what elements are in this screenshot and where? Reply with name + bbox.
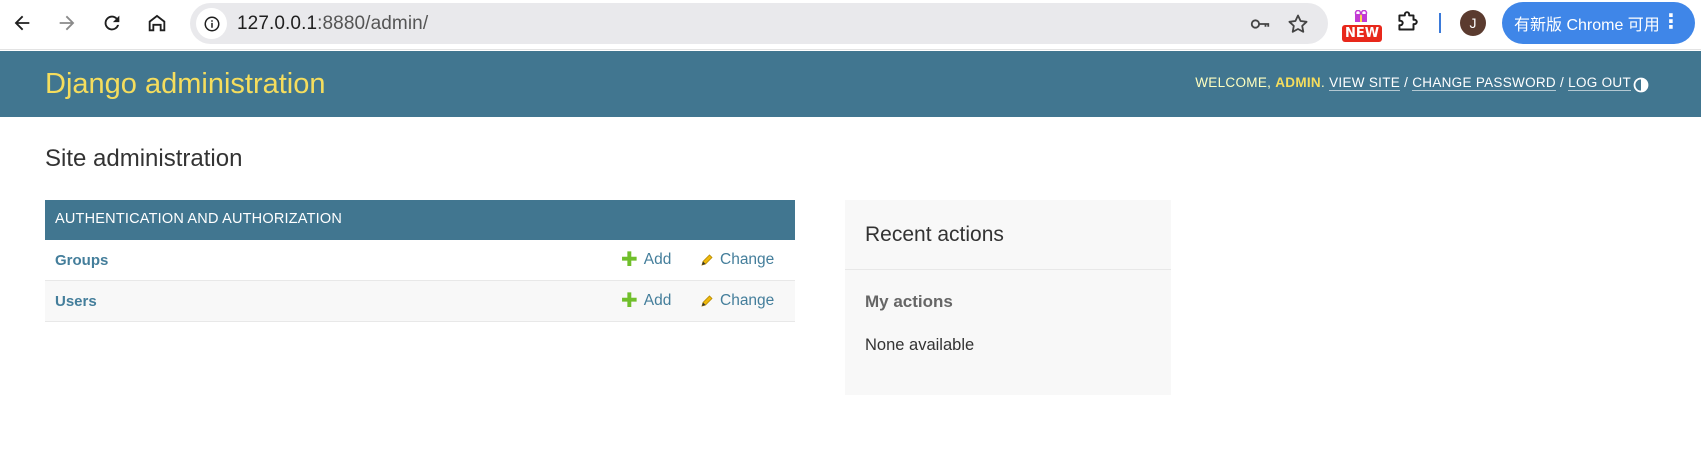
period: . (1320, 75, 1330, 90)
app-module-auth: AUTHENTICATION AND AUTHORIZATION Groups … (45, 200, 795, 322)
plus-icon: ✚ (621, 290, 638, 312)
app-caption[interactable]: AUTHENTICATION AND AUTHORIZATION (45, 200, 795, 240)
divider (845, 269, 1171, 270)
empty-state-text: None available (865, 336, 975, 354)
arrow-right-icon (59, 15, 75, 31)
info-icon (204, 16, 219, 31)
forward-button[interactable] (52, 8, 82, 38)
my-actions-heading: My actions (865, 292, 953, 311)
add-label: Add (643, 251, 672, 268)
chrome-update-button[interactable]: 有新版 Chrome 可用 ⋮ (1502, 2, 1695, 44)
toolbar-divider (1439, 13, 1441, 33)
puzzle-icon[interactable] (1394, 10, 1420, 36)
add-groups-button[interactable]: ✚ Add (621, 249, 672, 271)
key-icon[interactable] (1248, 13, 1272, 35)
pencil-icon (700, 253, 714, 267)
extension-new-button[interactable]: NEW (1341, 10, 1383, 42)
update-label: 有新版 Chrome 可用 (1514, 17, 1660, 34)
table-row: Users ✚ Add Change (45, 281, 795, 322)
page-title: Site administration (45, 145, 243, 172)
log-out-link[interactable]: LOG OUT (1568, 75, 1631, 91)
site-brand[interactable]: Django administration (45, 68, 325, 101)
separator: / (1400, 75, 1413, 90)
recent-actions-title: Recent actions (865, 223, 1004, 246)
user-tools: WELCOME, ADMIN. VIEW SITE / CHANGE PASSW… (1195, 75, 1631, 91)
reload-icon (104, 15, 120, 31)
model-link-groups[interactable]: Groups (55, 252, 108, 269)
welcome-text: WELCOME, (1195, 75, 1276, 90)
change-users-button[interactable]: Change (700, 292, 774, 310)
add-users-button[interactable]: ✚ Add (621, 290, 672, 312)
gift-icon (1354, 10, 1368, 22)
add-label: Add (643, 292, 672, 309)
separator: / (1555, 75, 1569, 90)
change-password-link[interactable]: CHANGE PASSWORD (1412, 75, 1556, 91)
home-button[interactable] (142, 8, 172, 38)
change-label: Change (720, 251, 775, 268)
browser-toolbar: 127.0.0.1:8880/admin/ NEW J 有新版 Chrome 可… (0, 0, 1701, 50)
model-link-users[interactable]: Users (55, 293, 97, 310)
address-bar[interactable]: 127.0.0.1:8880/admin/ (190, 3, 1328, 44)
half-circle-icon[interactable] (1633, 77, 1649, 93)
url-text[interactable]: 127.0.0.1:8880/admin/ (237, 13, 428, 35)
profile-avatar[interactable]: J (1460, 10, 1486, 36)
pencil-icon (700, 294, 714, 308)
url-host: 127.0.0.1 (237, 13, 318, 34)
view-site-link[interactable]: VIEW SITE (1329, 75, 1401, 91)
plus-icon: ✚ (621, 249, 638, 271)
table-row: Groups ✚ Add Change (45, 240, 795, 281)
site-info-button[interactable] (196, 8, 227, 39)
home-icon (148, 14, 166, 32)
url-path: :8880/admin/ (317, 13, 429, 34)
username: ADMIN (1275, 75, 1321, 90)
back-button[interactable] (7, 8, 37, 38)
reload-button[interactable] (97, 8, 127, 38)
star-icon[interactable] (1286, 12, 1310, 36)
change-label: Change (720, 292, 775, 309)
more-menu-icon[interactable]: ⋮ (1661, 12, 1681, 32)
site-header: Django administration WELCOME, ADMIN. VI… (0, 51, 1701, 117)
new-badge: NEW (1342, 25, 1383, 42)
recent-actions-panel: Recent actions My actions None available (845, 200, 1171, 395)
change-groups-button[interactable]: Change (700, 251, 774, 269)
arrow-left-icon (14, 15, 30, 31)
